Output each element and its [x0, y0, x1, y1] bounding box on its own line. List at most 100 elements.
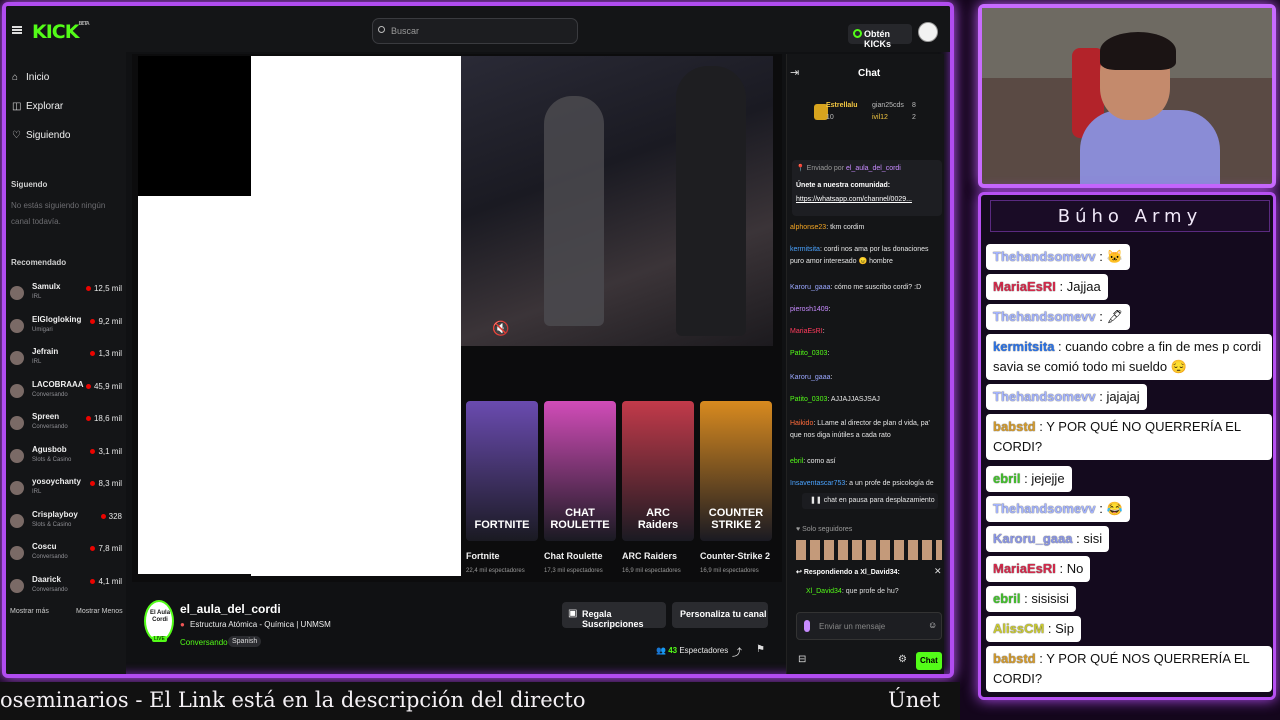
category-card-caption: CHAT ROULETTE [550, 507, 610, 531]
pinned-user[interactable]: el_aula_del_cordi [846, 165, 901, 172]
recommended-channel[interactable]: Jefrain IRL 1,3 mil [10, 345, 122, 375]
title-emoji-icon: ● [180, 620, 185, 629]
chat-message[interactable]: Patito_0303: [790, 348, 942, 360]
channel-name: ElGlogloking [32, 314, 82, 324]
category-name[interactable]: Chat Roulette [544, 551, 603, 561]
chat-gift-icon[interactable]: ⊟ [798, 654, 806, 665]
emoji-picker-icon[interactable]: ☺ [928, 620, 937, 630]
chat-message[interactable]: pierosh1409: [790, 304, 942, 316]
pinned-link[interactable]: https://whatsapp.com/channel/0029... [796, 196, 912, 203]
chat-username[interactable]: Insaventascar753 [790, 480, 845, 487]
show-less-link[interactable]: Mostrar Menos [76, 608, 123, 615]
recommended-channel[interactable]: Samulx IRL 12,5 mil [10, 280, 122, 310]
followers-only-label: ♥ Solo seguidores [796, 526, 853, 533]
category-name[interactable]: Counter-Strike 2 [700, 551, 770, 561]
army-username: babstd [993, 651, 1036, 666]
channel-viewers: 8,3 mil [90, 479, 122, 488]
send-chat-button[interactable]: Chat [916, 652, 942, 670]
channel-category: IRL [32, 359, 42, 365]
muted-icon[interactable]: 🔇 [492, 320, 509, 337]
chat-paused-banner[interactable]: ❚❚ chat en pausa para desplazamiento [802, 493, 938, 509]
category-viewers: 16,9 mil espectadores [700, 568, 759, 574]
customize-channel-button[interactable]: Personaliza tu canal [672, 602, 768, 628]
show-more-link[interactable]: Mostrar más [10, 608, 49, 615]
recommended-channel[interactable]: Daarick Conversando 4,1 mil [10, 573, 122, 603]
chat-username[interactable]: alphonse23 [790, 224, 826, 231]
stream-title: Estructura Atómica - Química | UNMSM [190, 620, 331, 629]
army-chat-message: babstd : Y POR QUÉ NO QUERRERÍA EL CORDI… [986, 414, 1272, 460]
channel-name: Samulx [32, 282, 61, 291]
chat-input[interactable]: Enviar un mensaje [796, 612, 942, 640]
share-icon[interactable]: ⤴ [732, 644, 742, 659]
kick-logo[interactable]: KICKBETA [32, 21, 90, 43]
leaderboard-3-name[interactable]: ivil12 [872, 114, 888, 121]
leaderboard-1-name[interactable]: Estrellalu [826, 102, 858, 109]
chat-title: Chat [858, 68, 881, 79]
options-icon[interactable]: ⚑ [756, 644, 765, 655]
chat-message[interactable]: Karoru_gaaa: cómo me suscribo cordi? :D [790, 282, 942, 294]
category-card-caption: ARC Raiders [637, 507, 679, 531]
channel-category: Conversando [32, 586, 68, 593]
chat-username[interactable]: Patito_0303 [790, 396, 827, 403]
following-title: Siguendo [11, 180, 48, 189]
chat-username[interactable]: Haikido [790, 420, 813, 427]
menu-icon[interactable] [12, 26, 22, 34]
collapse-chat-icon[interactable]: ⇥ [790, 66, 799, 79]
pinned-by: 📍 Enviado por el_aula_del_cordi [796, 165, 901, 172]
home-icon: ⌂ [12, 72, 19, 83]
chat-settings-icon[interactable]: ⚙ [898, 654, 907, 665]
category-card-thumbnail[interactable]: COUNTER STRIKE 2 [700, 401, 772, 541]
search-input[interactable]: Buscar [372, 18, 578, 44]
user-avatar[interactable] [918, 22, 938, 42]
channel-name[interactable]: el_aula_del_cordi [180, 602, 281, 616]
channel-avatar [10, 416, 24, 430]
chat-message[interactable]: ebril: como así [790, 456, 942, 468]
stream-frame: KICKBETA Buscar Obtén KICKs ⌂ Inicio ◫ E… [2, 2, 954, 678]
chat-username[interactable]: Karoru_gaaa [790, 374, 830, 381]
chat-username[interactable]: pierosh1409 [790, 306, 829, 313]
chat-text: a un profe de psicología de [849, 480, 934, 487]
chat-username[interactable]: Patito_0303 [790, 350, 827, 357]
nav-explore[interactable]: Explorar [26, 101, 63, 112]
recommended-channel[interactable]: Coscu Conversando 7,8 mil [10, 540, 122, 570]
following-empty: No estás siguiendo ningún canal todavía. [11, 201, 106, 226]
chat-message[interactable]: Insaventascar753: a un profe de psicolog… [790, 478, 942, 490]
white-overlay-large [251, 56, 461, 576]
chat-message[interactable]: Patito_0303: AJJAJJASJSAJ [790, 394, 942, 406]
recommended-channel[interactable]: yosoychanty IRL 8,3 mil [10, 475, 122, 505]
chat-message[interactable]: alphonse23: tkm cordim [790, 222, 942, 234]
category-card-thumbnail[interactable]: FORTNITE [466, 401, 538, 541]
close-reply-icon[interactable]: ✕ [934, 566, 942, 577]
army-username: ebril [993, 591, 1021, 606]
army-chat-message: Thehandsomevv : 😂 [986, 496, 1130, 522]
chat-username[interactable]: MariaEsRI [790, 328, 823, 335]
category-card-thumbnail[interactable]: ARC Raiders [622, 401, 694, 541]
recommended-channel[interactable]: LACOBRAAA Conversando 45,9 mil [10, 378, 122, 408]
chat-message[interactable]: Haikido: LLame al director de plan d vid… [790, 418, 942, 442]
leaderboard-2-name[interactable]: gian25cds [872, 102, 904, 109]
chat-message[interactable]: Karoru_gaaa: [790, 372, 942, 384]
chat-username[interactable]: ebril [790, 458, 803, 465]
language-tag[interactable]: Spanish [228, 636, 262, 647]
nav-following[interactable]: Siguiendo [26, 130, 70, 141]
recommended-channel[interactable]: Agusbob Slots & Casino 3,1 mil [10, 443, 122, 473]
recommended-channel[interactable]: ElGlogloking Umigari 9,2 mil [10, 313, 122, 343]
chat-username[interactable]: Karoru_gaaa [790, 284, 830, 291]
chat-message[interactable]: MariaEsRI: [790, 326, 942, 338]
category-name[interactable]: Fortnite [466, 551, 500, 561]
chat-username[interactable]: kermitsita [790, 246, 820, 253]
recommended-channel[interactable]: Crisplayboy Slots & Casino 328 [10, 508, 122, 538]
stream-category[interactable]: Conversando [180, 638, 228, 647]
emote-row[interactable] [796, 540, 942, 560]
category-name[interactable]: ARC Raiders [622, 551, 677, 561]
channel-category: Conversando [32, 554, 68, 560]
category-card-thumbnail[interactable]: CHAT ROULETTE [544, 401, 616, 541]
channel-category: Conversando [32, 424, 68, 430]
channel-viewers: 1,3 mil [90, 349, 122, 358]
nav-home[interactable]: Inicio [26, 72, 49, 83]
ticker-text: oseminarios - El Link está en la descrip… [0, 688, 586, 712]
chat-message[interactable]: kermitsita: cordi nos ama por las donaci… [790, 244, 942, 268]
ticker-text-next: Únet [888, 688, 941, 712]
gift-subs-button[interactable]: Regala Suscripciones [562, 602, 666, 629]
recommended-channel[interactable]: Spreen Conversando 18,6 mil [10, 410, 122, 440]
